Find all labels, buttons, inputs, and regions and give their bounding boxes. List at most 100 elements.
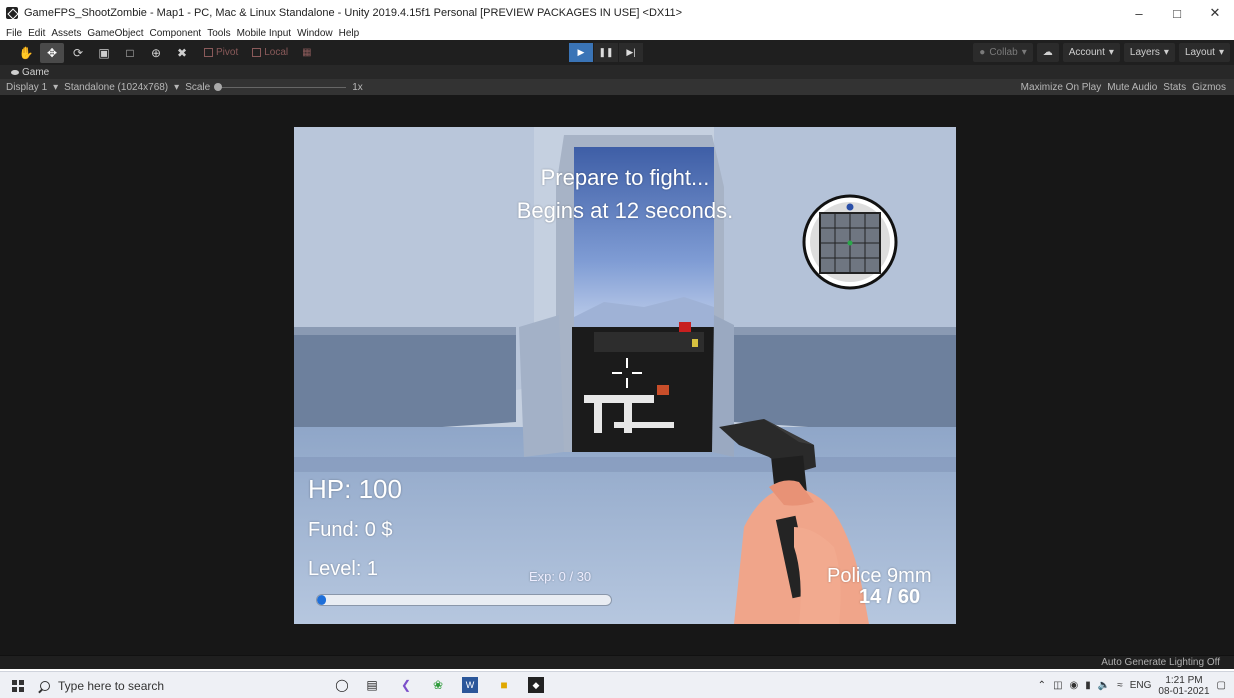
cortana-icon[interactable]: ◯ — [334, 677, 350, 693]
clock-date: 08-01-2021 — [1158, 685, 1210, 697]
local-label: Local — [264, 47, 289, 58]
game-view-toolbar: Display 1 ▾ Standalone (1024x768) ▾ Scal… — [0, 79, 1234, 95]
language-indicator[interactable]: ENG — [1130, 680, 1152, 691]
layers-dropdown[interactable]: Layers ▾ — [1123, 43, 1175, 62]
chevron-down-icon: ▾ — [1021, 47, 1027, 58]
hand-tool-icon[interactable]: ✋ — [14, 43, 38, 63]
ammo-count: 14 / 60 — [859, 586, 921, 608]
menu-window[interactable]: Window — [297, 28, 333, 39]
pivot-icon — [204, 48, 213, 57]
local-icon — [252, 48, 262, 57]
paint-icon[interactable]: ❀ — [430, 677, 446, 693]
word-icon[interactable]: W — [462, 677, 478, 693]
menu-assets[interactable]: Assets — [51, 28, 81, 39]
layers-label: Layers — [1129, 47, 1160, 58]
scale-slider-thumb[interactable] — [214, 82, 223, 91]
layout-dropdown[interactable]: Layout ▾ — [1178, 43, 1230, 62]
search-icon — [40, 680, 50, 691]
maximize-button[interactable]: □ — [1158, 0, 1196, 26]
fund-label: Fund: 0 $ — [308, 519, 393, 541]
game-view-options: Maximize On Play Mute Audio Stats Gizmos — [1021, 79, 1226, 95]
game-view-icon — [11, 69, 19, 75]
game-viewport[interactable]: Prepare to fight... Begins at 12 seconds… — [294, 127, 956, 624]
battery-icon[interactable]: ▮ — [1085, 680, 1091, 691]
menu-tools[interactable]: Tools — [207, 28, 230, 39]
toolbar-right: ● Collab ▾ ☁ Account ▾ Layers ▾ Layout ▾ — [973, 43, 1230, 62]
window-controls: – □ ✕ — [1120, 0, 1234, 26]
menu-gameobject[interactable]: GameObject — [87, 28, 143, 39]
account-dropdown[interactable]: Account ▾ — [1062, 43, 1120, 62]
windows-start-icon[interactable] — [12, 680, 24, 692]
game-tab[interactable]: Game — [0, 65, 1234, 79]
unity-taskbar-icon[interactable]: ◆ — [528, 677, 544, 693]
minimize-button[interactable]: – — [1120, 0, 1158, 26]
scale-label: Scale — [185, 81, 211, 93]
menu-edit[interactable]: Edit — [28, 28, 45, 39]
clock[interactable]: 1:21 PM 08-01-2021 — [1158, 675, 1209, 697]
visual-studio-icon[interactable]: ❮ — [398, 677, 414, 693]
system-tray: ⌃ ◫ ◉ ▮ 🔈 ≈ ENG 1:21 PM 08-01-2021 ▢ — [1038, 672, 1226, 698]
status-bar: Auto Generate Lighting Off — [0, 655, 1234, 669]
clock-time: 1:21 PM — [1165, 674, 1203, 686]
custom-tool-icon[interactable]: ✖ — [170, 43, 194, 63]
pivot-label: Pivot — [216, 47, 239, 58]
cloud-icon: ☁ — [1042, 47, 1053, 58]
gizmos-toggle[interactable]: Gizmos — [1192, 82, 1226, 93]
collab-label: Collab — [989, 47, 1018, 58]
chevron-down-icon: ▾ — [1218, 47, 1224, 58]
file-explorer-icon[interactable]: ■ — [496, 677, 512, 693]
rotate-tool-icon[interactable]: ⟳ — [66, 43, 90, 63]
move-tool-icon[interactable]: ✥ — [40, 42, 64, 63]
exp-label: Exp: 0 / 30 — [529, 569, 592, 584]
playmode-controls: ▶ ❚❚ ▶| — [569, 43, 644, 62]
close-button[interactable]: ✕ — [1196, 0, 1234, 26]
stats-toggle[interactable]: Stats — [1163, 82, 1186, 93]
network-icon[interactable]: ◫ — [1053, 680, 1062, 691]
cloud-button[interactable]: ☁ — [1036, 43, 1059, 62]
exp-progress-bar — [316, 594, 612, 606]
notification-icon[interactable]: ▢ — [1217, 680, 1226, 691]
taskbar-search[interactable]: Type here to search — [36, 674, 312, 697]
transform-tool-icon[interactable]: ⊕ — [144, 43, 168, 63]
prepare-line-2: Begins at 12 seconds. — [516, 198, 734, 223]
scale-slider[interactable] — [214, 82, 347, 91]
snap-icon[interactable]: ▦ — [298, 44, 315, 62]
menu-mobile-input[interactable]: Mobile Input — [237, 28, 291, 39]
display-dropdown[interactable]: Display 1 — [6, 82, 47, 93]
chevron-down-icon: ▾ — [1163, 47, 1169, 58]
menu-component[interactable]: Component — [150, 28, 202, 39]
main-toolbar: ✋ ✥ ⟳ ▣ □ ⊕ ✖ Pivot Local ▦ ▶ ❚❚ ▶| ● Co… — [0, 40, 1234, 65]
weapon-name: Police 9mm — [827, 565, 932, 587]
step-button[interactable]: ▶| — [619, 43, 643, 62]
windows-taskbar: Type here to search ◯ ▤ ❮ ❀ W ■ ◆ ⌃ ◫ ◉ … — [0, 671, 1234, 698]
resolution-dropdown[interactable]: Standalone (1024x768) — [64, 82, 168, 93]
chevron-up-icon[interactable]: ⌃ — [1038, 680, 1046, 691]
window-title-bar: GameFPS_ShootZombie - Map1 - PC, Mac & L… — [0, 0, 1234, 26]
chevron-down-icon: ▾ — [174, 81, 180, 93]
menu-bar: File Edit Assets GameObject Component To… — [0, 26, 1234, 40]
search-placeholder: Type here to search — [58, 678, 165, 693]
unity-icon — [6, 7, 18, 19]
hp-label: HP: 100 — [308, 474, 402, 504]
collab-dropdown[interactable]: ● Collab ▾ — [973, 43, 1033, 62]
menu-help[interactable]: Help — [339, 28, 360, 39]
sync-icon[interactable]: ◉ — [1070, 680, 1079, 691]
local-toggle[interactable]: Local — [248, 44, 292, 62]
chevron-down-icon: ▾ — [53, 81, 59, 93]
mute-audio-toggle[interactable]: Mute Audio — [1107, 82, 1157, 93]
scale-tool-icon[interactable]: ▣ — [92, 43, 116, 63]
task-view-icon[interactable]: ▤ — [364, 677, 380, 693]
menu-file[interactable]: File — [6, 28, 22, 39]
chevron-down-icon: ▾ — [1108, 47, 1114, 58]
lighting-status: Auto Generate Lighting Off — [1101, 657, 1220, 668]
exp-progress-fill — [317, 595, 326, 605]
level-label: Level: 1 — [308, 558, 379, 580]
pivot-toggle[interactable]: Pivot — [200, 44, 242, 62]
pause-button[interactable]: ❚❚ — [594, 43, 618, 62]
rect-tool-icon[interactable]: □ — [118, 43, 142, 63]
maximize-on-play-toggle[interactable]: Maximize On Play — [1021, 82, 1102, 93]
volume-icon[interactable]: 🔈 — [1098, 680, 1110, 691]
wifi-icon[interactable]: ≈ — [1117, 680, 1123, 691]
play-button[interactable]: ▶ — [569, 43, 593, 62]
window-title: GameFPS_ShootZombie - Map1 - PC, Mac & L… — [24, 7, 683, 19]
